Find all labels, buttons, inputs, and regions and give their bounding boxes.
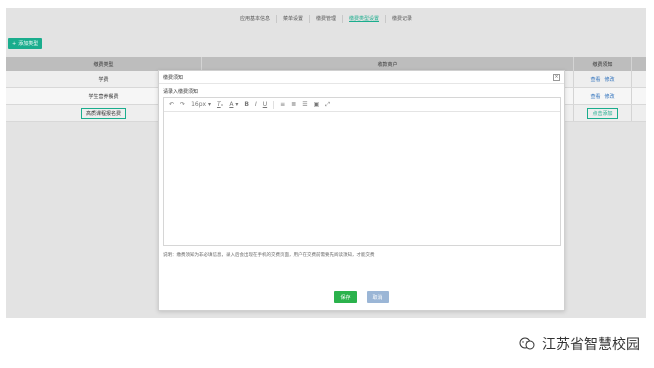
align-left-icon[interactable]: ≡	[280, 101, 285, 108]
dialog-actions: 保存 取消	[159, 291, 564, 303]
header-merchant: 收款商户	[202, 57, 574, 71]
clear-format-icon[interactable]: Tₓ	[217, 101, 223, 108]
redo-icon[interactable]: ↷	[180, 101, 185, 108]
notice-description: 说明：缴费须知为非必填信息，录入后会出现在手机的交费页面，用户在交费前需要先阅读…	[163, 253, 375, 258]
nav-item-menu-settings[interactable]: 菜单设置	[277, 15, 310, 23]
cell-actions: 点击添加	[574, 105, 632, 121]
wechat-icon	[519, 337, 535, 350]
save-button[interactable]: 保存	[334, 291, 357, 303]
watermark-text: 江苏省智慧校园	[542, 337, 640, 353]
watermark: 江苏省智慧校园	[518, 334, 640, 354]
edit-link[interactable]: 修改	[605, 76, 615, 83]
table-header: 缴费类型 收款商户 缴费须知	[6, 57, 646, 71]
cell-actions: 查看 修改	[574, 71, 632, 87]
plus-icon: +	[12, 40, 17, 47]
nav-item-payment-type-settings[interactable]: 缴费类型设置	[343, 15, 387, 23]
add-type-label: 添加类型	[18, 41, 39, 47]
editor-toolbar: ↶ ↷ 16px ▾ Tₓ A ▾ B I U ≡ ≣ ☰ ▣ ⤢	[164, 98, 560, 112]
nav-item-payment-records[interactable]: 缴费记录	[386, 15, 418, 23]
notice-prompt: 请录入缴费须知	[163, 89, 199, 95]
nav-item-payment-management[interactable]: 缴费管理	[310, 15, 343, 23]
nav-item-app-info[interactable]: 应用基本信息	[234, 15, 277, 23]
align-center-icon[interactable]: ≣	[291, 101, 296, 108]
add-type-button[interactable]: + 添加类型	[8, 38, 43, 49]
header-payment-type: 缴费类型	[6, 57, 202, 71]
edit-link[interactable]: 修改	[605, 93, 615, 100]
font-color-icon[interactable]: A ▾	[229, 101, 238, 108]
underline-icon[interactable]: U	[263, 101, 267, 108]
highlighted-type-label: 高质课程报名费	[80, 107, 126, 119]
undo-icon[interactable]: ↶	[169, 101, 174, 108]
align-right-icon[interactable]: ☰	[302, 101, 307, 108]
payment-notice-dialog: 缴费须知 × 请录入缴费须知 ↶ ↷ 16px ▾ Tₓ A ▾ B I U ≡…	[158, 70, 565, 311]
header-spacer	[632, 57, 646, 71]
rich-text-editor[interactable]: ↶ ↷ 16px ▾ Tₓ A ▾ B I U ≡ ≣ ☰ ▣ ⤢	[163, 97, 561, 246]
fullscreen-icon[interactable]: ⤢	[325, 101, 330, 109]
dialog-title: 缴费须知	[163, 74, 184, 81]
bold-icon[interactable]: B	[244, 101, 249, 108]
click-to-add-link[interactable]: 点击添加	[587, 107, 618, 119]
image-icon[interactable]: ▣	[314, 101, 320, 108]
italic-icon[interactable]: I	[255, 101, 257, 108]
cancel-button[interactable]: 取消	[366, 291, 389, 303]
close-icon[interactable]: ×	[553, 73, 560, 81]
dialog-header: 缴费须知 ×	[159, 71, 564, 84]
view-link[interactable]: 查看	[590, 93, 600, 100]
font-size-select[interactable]: 16px ▾	[191, 101, 211, 108]
header-notice: 缴费须知	[574, 57, 632, 71]
view-link[interactable]: 查看	[590, 76, 600, 83]
cell-actions: 查看 修改	[574, 88, 632, 104]
top-navigation: 应用基本信息 菜单设置 缴费管理 缴费类型设置 缴费记录	[6, 8, 646, 30]
